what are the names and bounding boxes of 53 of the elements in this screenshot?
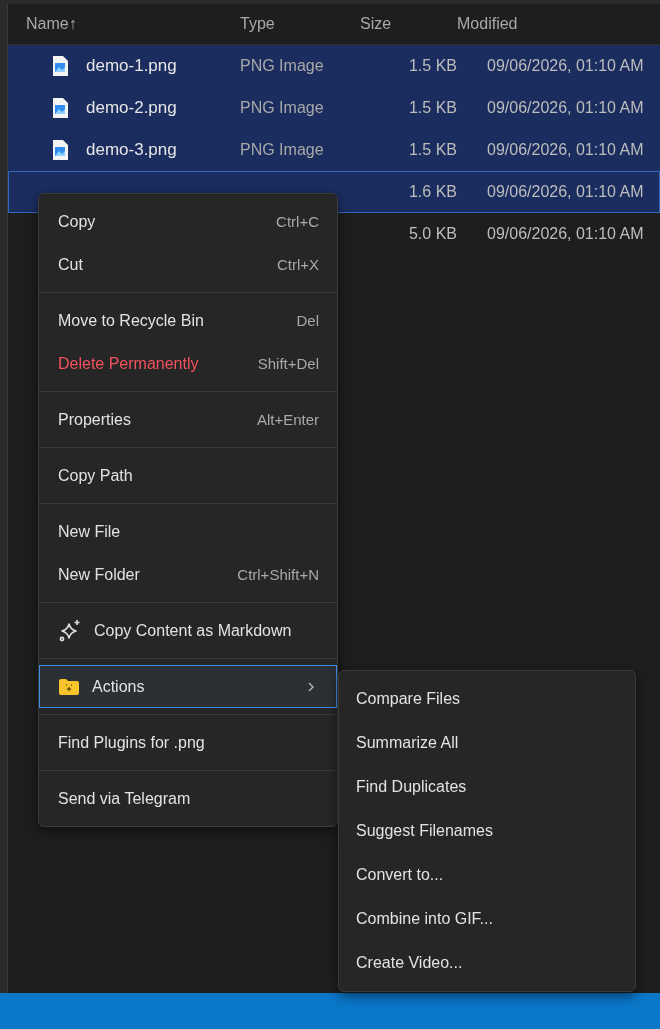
folder-icon — [58, 676, 80, 697]
column-header[interactable]: Type — [240, 15, 275, 33]
menu-item[interactable]: Actions — [39, 665, 337, 708]
column-header[interactable]: Modified — [457, 15, 518, 33]
modified-date: 09/06/2026, 01:10 AM — [487, 225, 644, 242]
modified-date: 09/06/2026, 01:10 AM — [487, 183, 644, 200]
file-size: 1.6 KB — [408, 183, 457, 200]
menu-item[interactable]: New File — [39, 510, 337, 553]
menu-item[interactable]: New Folder Ctrl+Shift+N — [39, 553, 337, 596]
file-name: demo-2.png — [86, 98, 177, 118]
file-row[interactable]: demo-2.png PNG Image 1.5 KB 09/06/2026, 01:10 AM — [8, 87, 660, 129]
file-type: PNG Image — [240, 141, 324, 158]
shortcut-text: Ctrl+C — [276, 213, 319, 230]
shortcut-text: Alt+Enter — [256, 411, 319, 428]
file-type: PNG Image — [240, 57, 324, 74]
menu-item[interactable]: Summarize All — [339, 721, 635, 765]
menu-item[interactable]: Convert to... — [339, 853, 635, 897]
column-header[interactable]: Size — [360, 15, 392, 33]
file-row[interactable]: demo-3.png PNG Image 1.5 KB 09/06/2026, 01:10 AM — [8, 129, 660, 171]
menu-item[interactable]: Create Video... — [339, 941, 635, 985]
file-size: 1.5 KB — [408, 99, 457, 116]
menu-item[interactable]: Copy Path — [39, 454, 337, 497]
modified-date: 09/06/2026, 01:10 AM — [487, 99, 644, 116]
chevron-right-icon — [307, 680, 315, 693]
modified-date: 09/06/2026, 01:10 AM — [487, 141, 644, 158]
menu-item[interactable]: Find Duplicates — [339, 765, 635, 809]
image-file-icon — [52, 140, 68, 160]
menu-item[interactable]: Move to Recycle Bin Del — [39, 299, 337, 342]
menu-item[interactable]: Copy Content as Markdown — [39, 609, 337, 652]
modified-date: 09/06/2026, 01:10 AM — [487, 57, 644, 74]
file-size: 1.5 KB — [408, 141, 457, 158]
file-type: PNG Image — [240, 99, 324, 116]
menu-item[interactable]: Properties Alt+Enter — [39, 398, 337, 441]
file-name: demo-1.png — [86, 56, 177, 76]
image-file-icon — [52, 98, 68, 118]
shortcut-text: Del — [296, 312, 319, 329]
menu-item[interactable]: Delete Permanently Shift+Del — [39, 342, 337, 385]
menu-item[interactable]: Combine into GIF... — [339, 897, 635, 941]
column-header[interactable]: Name↑ — [26, 15, 77, 33]
menu-item[interactable]: Find Plugins for .png — [39, 721, 337, 764]
file-name: demo-3.png — [86, 140, 177, 160]
file-row[interactable]: demo-1.png PNG Image 1.5 KB 09/06/2026, 01:10 AM — [8, 45, 660, 87]
menu-item[interactable]: Suggest Filenames — [339, 809, 635, 853]
file-size: 1.5 KB — [408, 57, 457, 74]
image-file-icon — [52, 56, 68, 76]
shortcut-text: Shift+Del — [257, 355, 319, 372]
menu-item[interactable]: Send via Telegram — [39, 777, 337, 820]
menu-item[interactable]: Compare Files — [339, 677, 635, 721]
shortcut-text: Ctrl+Shift+N — [237, 566, 319, 583]
menu-item[interactable]: Cut Ctrl+X — [39, 243, 337, 286]
sparkle-icon — [58, 618, 82, 643]
shortcut-text: Ctrl+X — [276, 256, 319, 273]
file-size: 5.0 KB — [408, 225, 457, 242]
